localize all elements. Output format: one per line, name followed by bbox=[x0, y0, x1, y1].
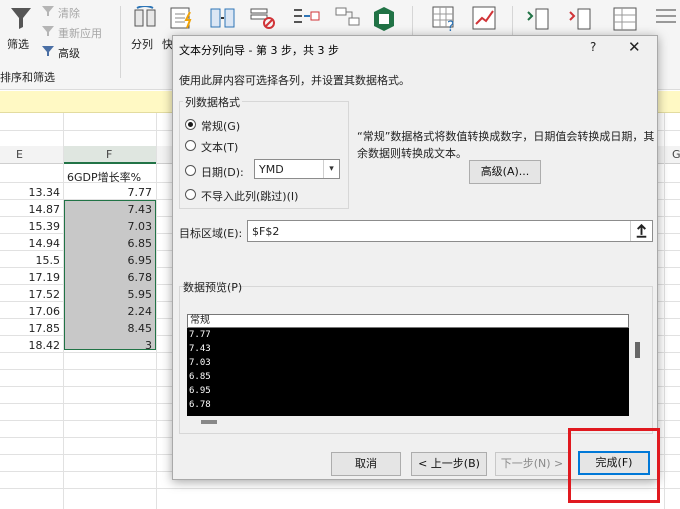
radio-skip[interactable]: 不导入此列(跳过)(I) bbox=[185, 187, 335, 203]
destination-label: 目标区域(E): bbox=[179, 227, 243, 240]
destination-value: $F$2 bbox=[252, 225, 280, 238]
preview-row: 7.03 bbox=[189, 358, 211, 368]
cell-e[interactable]: 14.87 bbox=[0, 203, 62, 216]
cell-f[interactable]: 7.03 bbox=[64, 220, 155, 233]
grid-line bbox=[664, 113, 665, 509]
help-button[interactable]: ? bbox=[590, 40, 596, 54]
cell-e[interactable]: 14.94 bbox=[0, 237, 62, 250]
column-e-header[interactable]: E bbox=[16, 148, 23, 161]
filter-icon[interactable] bbox=[9, 5, 33, 31]
cell-e[interactable]: 13.34 bbox=[0, 186, 62, 199]
next-button[interactable]: 下一步(N) > bbox=[495, 452, 569, 476]
forecast-sheet-icon[interactable] bbox=[472, 6, 498, 32]
subtotal-icon[interactable] bbox=[612, 6, 638, 32]
advanced-button[interactable]: 高级(A)... bbox=[469, 160, 541, 184]
data-preview-label: 数据预览(P) bbox=[183, 281, 243, 294]
radio-text-label[interactable]: 文本(T) bbox=[201, 139, 238, 155]
radio-date-label[interactable]: 日期(D): bbox=[201, 164, 244, 180]
text-to-columns-wizard-dialog: 文本分列向导 - 第 3 步，共 3 步 ? ✕ 使用此屏内容可选择各列，并设置… bbox=[172, 35, 658, 480]
preview-column-header[interactable]: 常规 bbox=[187, 314, 629, 328]
sort-filter-group-label: 排序和筛选 bbox=[0, 71, 55, 84]
reapply-icon bbox=[42, 26, 54, 36]
preview-row: 6.78 bbox=[189, 400, 211, 410]
radio-general[interactable]: 常规(G) bbox=[185, 117, 335, 133]
svg-text:?: ? bbox=[447, 19, 454, 32]
data-validation-icon[interactable] bbox=[250, 6, 276, 30]
cancel-button[interactable]: 取消 bbox=[331, 452, 401, 476]
preview-row: 7.43 bbox=[189, 344, 211, 354]
advanced-filter-button[interactable]: 高级 bbox=[58, 45, 80, 61]
format-note: “常规”数据格式将数值转换成数字，日期值会转换成日期，其余数据则转换成文本。 bbox=[357, 130, 655, 160]
grid-line bbox=[156, 113, 157, 509]
ribbon-divider bbox=[120, 6, 121, 78]
cell-f[interactable]: 5.95 bbox=[64, 288, 155, 301]
cell-e[interactable]: 17.19 bbox=[0, 271, 62, 284]
clear-button[interactable]: 清除 bbox=[58, 5, 80, 21]
text-to-columns-icon[interactable] bbox=[133, 6, 157, 30]
ungroup-icon[interactable] bbox=[568, 6, 594, 32]
relationships-icon[interactable] bbox=[334, 6, 362, 30]
cell-f-header[interactable]: 6GDP增长率% bbox=[64, 169, 156, 185]
text-to-columns-button[interactable]: 分列 bbox=[131, 36, 153, 52]
cell-f[interactable]: 8.45 bbox=[64, 322, 155, 335]
radio-text[interactable]: 文本(T) bbox=[185, 138, 335, 154]
radio-skip-dot[interactable] bbox=[185, 189, 196, 200]
excel-window: 筛选 清除 重新应用 高级 排序和筛选 分列 快 ? E F G 6GDP增长率… bbox=[0, 0, 680, 509]
flash-fill-icon[interactable] bbox=[170, 6, 196, 32]
cell-e[interactable]: 17.06 bbox=[0, 305, 62, 318]
preview-row: 7.77 bbox=[189, 330, 211, 340]
remove-duplicates-icon[interactable] bbox=[210, 6, 236, 30]
consolidate-icon[interactable] bbox=[292, 6, 320, 30]
cell-f[interactable]: 6.95 bbox=[64, 254, 155, 267]
column-g-header[interactable]: G bbox=[672, 148, 680, 161]
cell-e[interactable]: 15.39 bbox=[0, 220, 62, 233]
radio-text-dot[interactable] bbox=[185, 140, 196, 151]
close-button[interactable]: ✕ bbox=[628, 38, 641, 56]
radio-date-dot[interactable] bbox=[185, 165, 196, 176]
date-format-select[interactable]: YMD ▾ bbox=[254, 159, 340, 179]
back-button[interactable]: < 上一步(B) bbox=[411, 452, 487, 476]
highlight-annotation bbox=[568, 428, 660, 503]
preview-horizontal-scroll-thumb[interactable] bbox=[201, 420, 217, 424]
show-detail-icon[interactable] bbox=[652, 6, 678, 32]
cell-f[interactable]: 6.78 bbox=[64, 271, 155, 284]
radio-general-dot[interactable] bbox=[185, 119, 196, 130]
column-f-header[interactable]: F bbox=[106, 148, 112, 161]
cell-e[interactable]: 15.5 bbox=[0, 254, 62, 267]
reapply-button[interactable]: 重新应用 bbox=[58, 25, 102, 41]
preview-row: 6.85 bbox=[189, 372, 211, 382]
radio-skip-label[interactable]: 不导入此列(跳过)(I) bbox=[201, 188, 298, 204]
destination-input[interactable]: $F$2 bbox=[247, 220, 653, 242]
cell-e[interactable]: 18.42 bbox=[0, 339, 62, 352]
cell-f[interactable]: 7.43 bbox=[64, 203, 155, 216]
data-model-icon[interactable] bbox=[372, 6, 396, 32]
date-format-value: YMD bbox=[259, 163, 284, 176]
preview-vertical-scroll-thumb[interactable] bbox=[635, 342, 640, 358]
preview-vertical-scrollbar[interactable] bbox=[631, 314, 643, 416]
cell-e[interactable]: 17.85 bbox=[0, 322, 62, 335]
filter-button[interactable]: 筛选 bbox=[7, 36, 29, 52]
column-format-group-label: 列数据格式 bbox=[183, 94, 242, 110]
what-if-analysis-icon[interactable]: ? bbox=[432, 6, 458, 32]
preview-row: 6.95 bbox=[189, 386, 211, 396]
advanced-filter-icon bbox=[42, 46, 54, 56]
cell-e[interactable]: 17.52 bbox=[0, 288, 62, 301]
cell-f[interactable]: 3 bbox=[64, 339, 155, 352]
clear-filter-icon bbox=[42, 6, 54, 16]
chevron-down-icon[interactable]: ▾ bbox=[323, 160, 339, 178]
cell-f[interactable]: 6.85 bbox=[64, 237, 155, 250]
cell-f[interactable]: 7.77 bbox=[64, 186, 155, 199]
cell-f[interactable]: 2.24 bbox=[64, 305, 155, 318]
preview-data-area[interactable]: 7.77 7.43 7.03 6.85 6.95 6.78 bbox=[187, 328, 629, 416]
dialog-description: 使用此屏内容可选择各列，并设置其数据格式。 bbox=[179, 74, 410, 87]
dialog-title: 文本分列向导 - 第 3 步，共 3 步 bbox=[179, 44, 339, 57]
range-picker-icon[interactable] bbox=[630, 221, 652, 241]
group-icon[interactable] bbox=[526, 6, 552, 32]
radio-general-label[interactable]: 常规(G) bbox=[201, 118, 240, 134]
